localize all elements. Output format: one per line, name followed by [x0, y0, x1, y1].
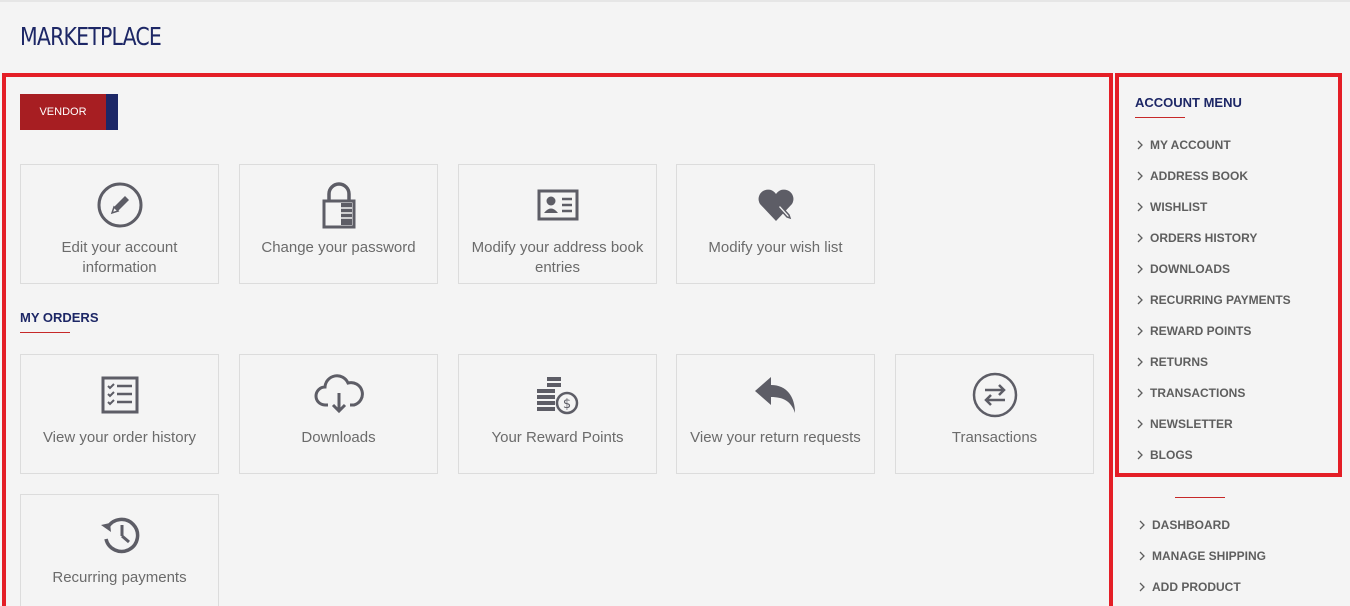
account-menu-heading: ACCOUNT MENU	[1135, 95, 1242, 110]
chevron-right-icon	[1138, 581, 1152, 593]
menu-item-my-account[interactable]: MY ACCOUNT	[1136, 138, 1231, 152]
menu-item-label: DASHBOARD	[1152, 518, 1230, 532]
chevron-right-icon	[1136, 356, 1150, 368]
menu-item-add-product[interactable]: ADD PRODUCT	[1138, 580, 1241, 594]
tile-edit-account[interactable]: Edit your account information	[20, 164, 219, 284]
lock-icon	[319, 181, 359, 229]
tile-label: Modify your wish list	[708, 239, 843, 256]
cloud-download-icon	[314, 371, 364, 419]
menu-item-label: DOWNLOADS	[1150, 262, 1230, 276]
vendor-button-label: VENDOR	[20, 94, 106, 130]
menu-item-label: MY ACCOUNT	[1150, 138, 1231, 152]
chevron-right-icon	[1136, 449, 1150, 461]
menu-item-label: MANAGE SHIPPING	[1152, 549, 1267, 563]
chevron-right-icon	[1136, 263, 1150, 275]
menu-item-address-book[interactable]: ADDRESS BOOK	[1136, 169, 1248, 183]
chevron-right-icon	[1136, 170, 1150, 182]
tile-order-history[interactable]: View your order history	[20, 354, 219, 474]
tile-address-book[interactable]: Modify your address book entries	[458, 164, 657, 284]
vendor-menu-divider	[1175, 497, 1225, 498]
tile-change-password[interactable]: Change your password	[239, 164, 438, 284]
pencil-circle-icon	[96, 181, 144, 229]
account-menu-underline	[1135, 117, 1185, 118]
tile-label: Modify your address book entries	[471, 239, 644, 276]
exchange-icon	[971, 371, 1019, 419]
vendor-button-accent	[106, 94, 118, 130]
heart-pen-icon	[754, 181, 798, 229]
reply-arrow-icon	[751, 371, 801, 419]
chevron-right-icon	[1138, 519, 1152, 531]
tile-label: Your Reward Points	[491, 429, 624, 446]
tile-return-requests[interactable]: View your return requests	[676, 354, 875, 474]
menu-item-wishlist[interactable]: WISHLIST	[1136, 200, 1207, 214]
menu-item-blogs[interactable]: BLOGS	[1136, 448, 1193, 462]
menu-item-returns[interactable]: RETURNS	[1136, 355, 1208, 369]
tile-label: Edit your account information	[61, 239, 178, 276]
menu-item-orders-history[interactable]: ORDERS HISTORY	[1136, 231, 1257, 245]
chevron-right-icon	[1136, 294, 1150, 306]
top-divider	[0, 0, 1350, 2]
tile-label: Downloads	[301, 429, 376, 446]
vendor-button[interactable]: VENDOR	[20, 94, 118, 130]
my-orders-underline	[20, 332, 70, 333]
menu-item-label: RETURNS	[1150, 355, 1209, 369]
tile-wish-list[interactable]: Modify your wish list	[676, 164, 875, 284]
menu-item-manage-shipping[interactable]: MANAGE SHIPPING	[1138, 549, 1266, 563]
menu-item-label: RECURRING PAYMENTS	[1150, 293, 1291, 307]
menu-item-newsletter[interactable]: NEWSLETTER	[1136, 417, 1233, 431]
menu-item-label: WISHLIST	[1150, 200, 1208, 214]
menu-item-recurring-payments[interactable]: RECURRING PAYMENTS	[1136, 293, 1291, 307]
tile-reward-points[interactable]: $ Your Reward Points	[458, 354, 657, 474]
coins-icon: $	[533, 371, 583, 419]
tile-downloads[interactable]: Downloads	[239, 354, 438, 474]
menu-item-downloads[interactable]: DOWNLOADS	[1136, 262, 1230, 276]
address-card-icon	[536, 181, 580, 229]
chevron-right-icon	[1136, 325, 1150, 337]
menu-item-label: ADDRESS BOOK	[1150, 169, 1249, 183]
menu-item-reward-points[interactable]: REWARD POINTS	[1136, 324, 1251, 338]
svg-text:$: $	[562, 397, 570, 412]
menu-item-dashboard[interactable]: DASHBOARD	[1138, 518, 1230, 532]
tile-label: Recurring payments	[52, 569, 187, 586]
my-orders-heading: MY ORDERS	[20, 310, 99, 325]
chevron-right-icon	[1138, 550, 1152, 562]
chevron-right-icon	[1136, 139, 1150, 151]
menu-item-transactions[interactable]: TRANSACTIONS	[1136, 386, 1245, 400]
menu-item-label: BLOGS	[1150, 448, 1193, 462]
history-icon	[98, 511, 142, 559]
tile-recurring-payments[interactable]: Recurring payments	[20, 494, 219, 606]
tile-label: View your return requests	[690, 429, 861, 446]
chevron-right-icon	[1136, 232, 1150, 244]
chevron-right-icon	[1136, 387, 1150, 399]
menu-item-label: ORDERS HISTORY	[1150, 231, 1258, 245]
checklist-icon	[100, 371, 140, 419]
tile-label: View your order history	[42, 429, 197, 446]
chevron-right-icon	[1136, 201, 1150, 213]
tile-label: Change your password	[261, 239, 416, 256]
menu-item-label: REWARD POINTS	[1150, 324, 1252, 338]
page-title: MARKETPLACE	[20, 22, 162, 51]
tile-transactions[interactable]: Transactions	[895, 354, 1094, 474]
chevron-right-icon	[1136, 418, 1150, 430]
tile-label: Transactions	[951, 429, 1038, 446]
menu-item-label: NEWSLETTER	[1150, 417, 1233, 431]
menu-item-label: TRANSACTIONS	[1150, 386, 1246, 400]
menu-item-label: ADD PRODUCT	[1152, 580, 1241, 594]
